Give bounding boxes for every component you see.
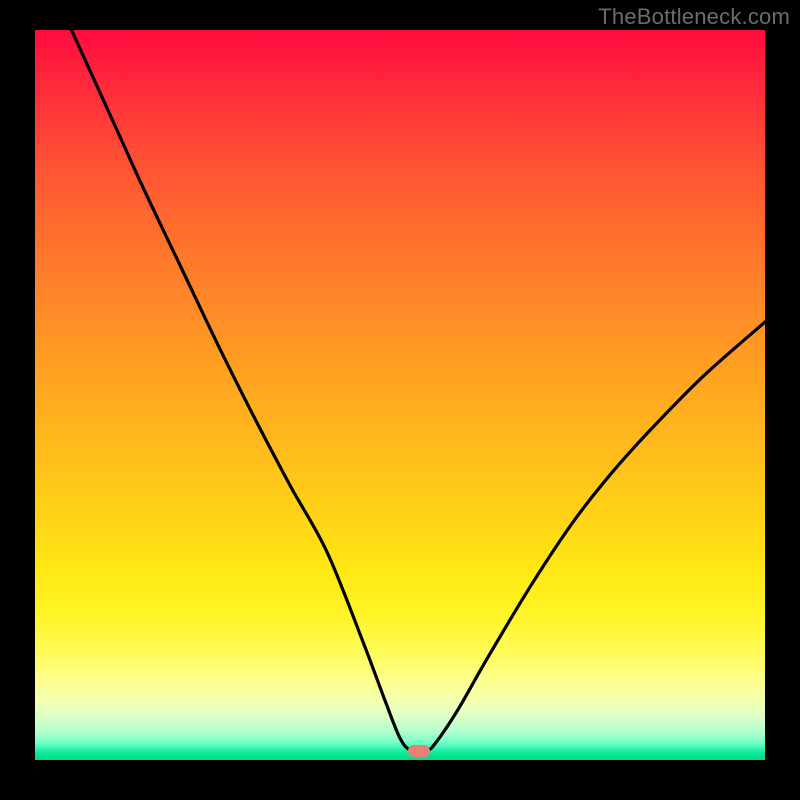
curve-svg (35, 30, 765, 760)
watermark-text: TheBottleneck.com (598, 4, 790, 30)
bottleneck-curve (72, 30, 766, 752)
chart-frame: TheBottleneck.com (0, 0, 800, 800)
plot-area (35, 30, 765, 760)
minimum-marker (408, 745, 430, 757)
